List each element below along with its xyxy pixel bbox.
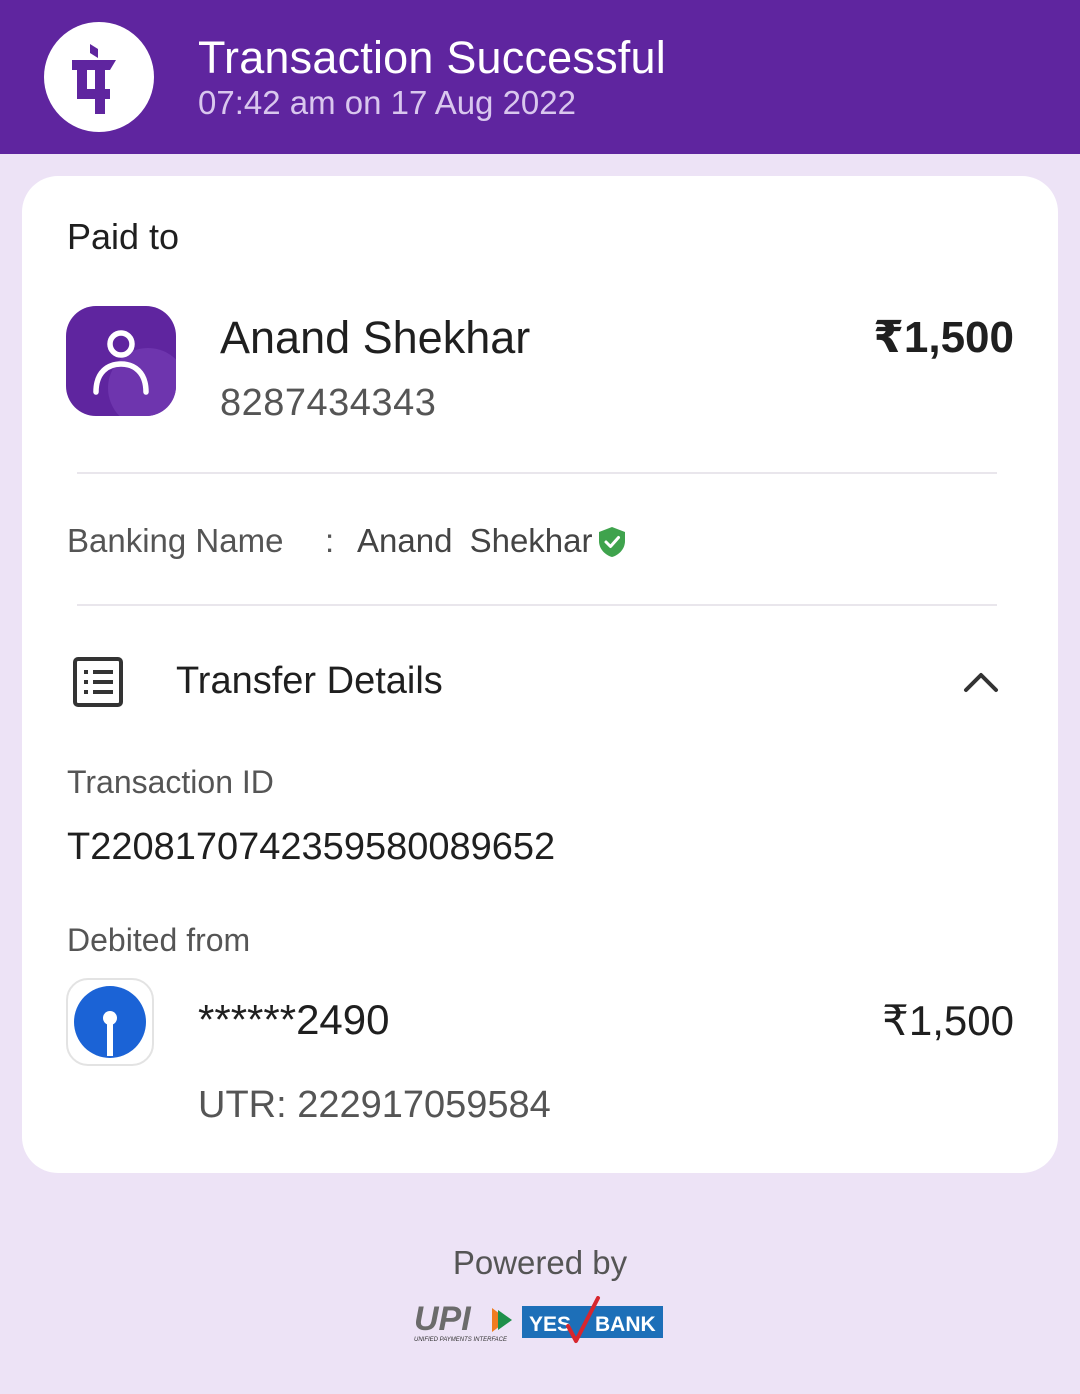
paid-amount: ₹1,500 [873,313,1014,362]
banking-name-value: Anand Shekhar [357,522,593,559]
divider [77,604,997,606]
transfer-details-title[interactable]: Transfer Details [176,660,443,703]
yes-bank-logo-bank: BANK [595,1313,656,1336]
banking-name-label: Banking Name [67,522,284,559]
sbi-bank-logo-icon [66,978,154,1066]
paid-to-label: Paid to [67,216,180,257]
page-title: Transaction Successful [198,32,666,83]
person-avatar-icon [66,306,176,416]
header-bar: Transaction Successful 07:42 am on 17 Au… [0,0,1080,154]
powered-by-label: Powered by [452,1244,628,1281]
transaction-card: Paid to Anand Shekhar 8287434343 ₹1,500 … [22,176,1058,1173]
yes-bank-logo-yes: YES [529,1313,571,1336]
yes-bank-logo-icon: YES BANK [522,1296,663,1343]
phonepe-logo-icon [44,22,154,132]
chevron-up-icon[interactable] [962,666,1000,698]
banking-name-separator: : [325,522,335,559]
receipt-list-icon [73,657,123,707]
payee-phone: 8287434343 [220,382,437,424]
utr-number: UTR: 222917059584 [198,1084,551,1126]
transaction-timestamp: 07:42 am on 17 Aug 2022 [198,84,576,121]
debit-account-number: ******2490 [198,996,390,1043]
divider [77,472,997,474]
transaction-id-label: Transaction ID [67,764,274,800]
upi-subtext: UNIFIED PAYMENTS INTERFACE [414,1337,508,1343]
upi-text: UPI [414,1300,472,1338]
debit-amount: ₹1,500 [882,997,1014,1044]
upi-logo-icon: UPI UNIFIED PAYMENTS INTERFACE [414,1300,512,1343]
verified-shield-icon [599,527,625,557]
transaction-id-value[interactable]: T2208170742359580089652 [67,826,555,869]
debited-from-label: Debited from [67,922,251,958]
payee-name: Anand Shekhar [220,312,531,363]
